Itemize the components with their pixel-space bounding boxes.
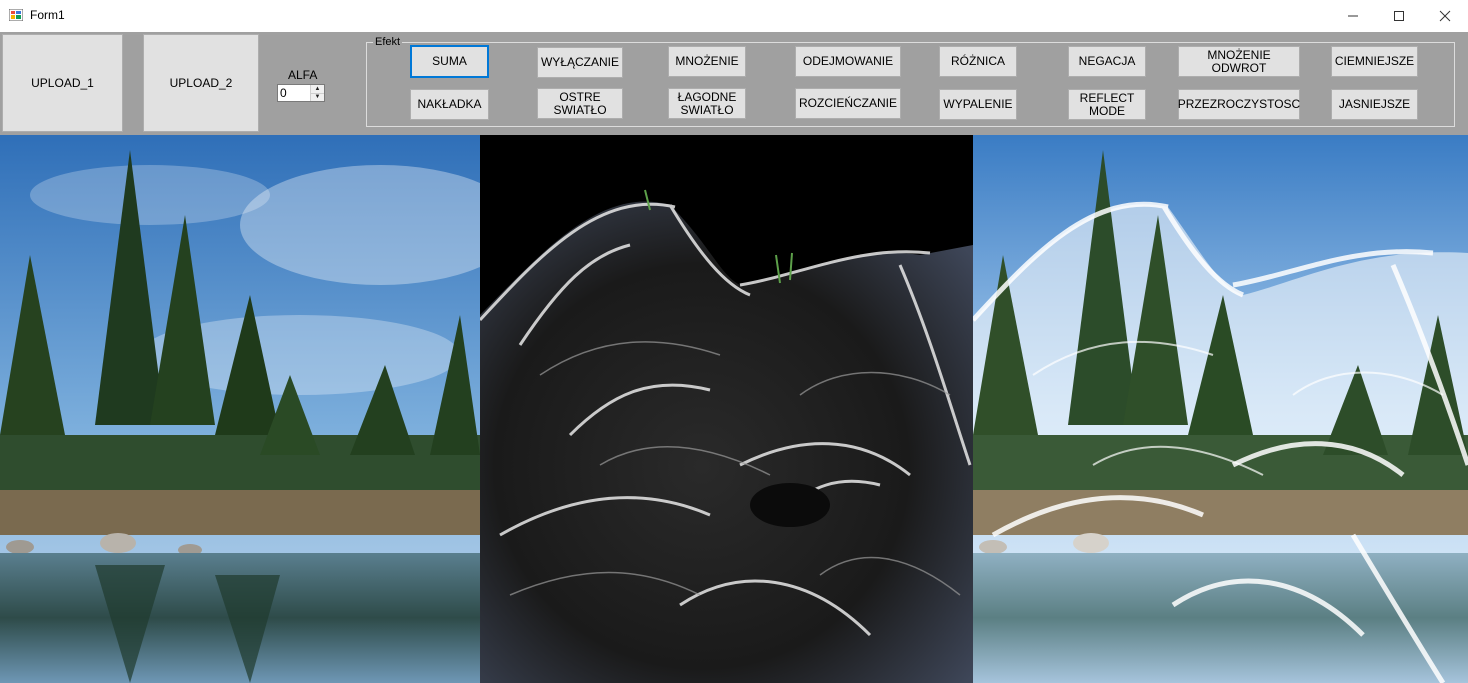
effect-przezroczystosc-button[interactable]: PRZEZROCZYSTOSC: [1178, 89, 1300, 120]
effect-suma-button[interactable]: SUMA: [410, 45, 489, 78]
effect-mnozenie-odwrot-button[interactable]: MNOŻENIE ODWROT: [1178, 46, 1300, 77]
effect-nakladka-button[interactable]: NAKŁADKA: [410, 89, 489, 120]
maximize-icon: [1394, 11, 1404, 21]
minimize-button[interactable]: [1330, 0, 1376, 32]
effect-negacja-button[interactable]: NEGACJA: [1068, 46, 1146, 77]
source-image-2: [480, 135, 973, 683]
effect-roznica-button[interactable]: RÓŻNICA: [939, 46, 1017, 77]
effect-mnozenie-button[interactable]: MNOŻENIE: [668, 46, 746, 77]
minimize-icon: [1348, 15, 1358, 17]
maximize-button[interactable]: [1376, 0, 1422, 32]
close-icon: [1439, 10, 1451, 22]
source-image-1: [0, 135, 480, 683]
title-bar: Form1: [0, 0, 1468, 32]
alfa-label: ALFA: [288, 68, 318, 82]
upload-1-button[interactable]: UPLOAD_1: [2, 34, 123, 132]
effect-lagodne-swiatlo-button[interactable]: ŁAGODNE SWIATŁO: [668, 88, 746, 119]
close-button[interactable]: [1422, 0, 1468, 32]
forest-lake-picture: [0, 135, 480, 683]
alfa-spinner[interactable]: 0 ▲ ▼: [277, 84, 325, 102]
effect-wypalenie-button[interactable]: WYPALENIE: [939, 89, 1017, 120]
effect-ostre-swiatlo-button[interactable]: OSTRE SWIATŁO: [537, 88, 623, 119]
upload-2-button[interactable]: UPLOAD_2: [143, 34, 259, 132]
effect-odejmowanie-button[interactable]: ODEJMOWANIE: [795, 46, 901, 77]
blended-result-picture: [973, 135, 1468, 683]
effect-reflect-mode-button[interactable]: REFLECT MODE: [1068, 89, 1146, 120]
effects-legend: Efekt: [373, 36, 403, 48]
fractal-wolf-picture: [480, 135, 973, 683]
spinner-buttons: ▲ ▼: [310, 85, 324, 101]
effect-wylaczanie-button[interactable]: WYŁĄCZANIE: [537, 47, 623, 78]
effect-ciemniejsze-button[interactable]: CIEMNIEJSZE: [1331, 46, 1418, 77]
effect-rozcienczanie-button[interactable]: ROZCIEŃCZANIE: [795, 88, 901, 119]
alfa-value[interactable]: 0: [280, 86, 287, 100]
effect-jasniejsze-button[interactable]: JASNIEJSZE: [1331, 89, 1418, 120]
spin-down-icon[interactable]: ▼: [311, 93, 324, 101]
window-title: Form1: [30, 8, 65, 22]
result-image: [973, 135, 1468, 683]
form-icon: [9, 9, 23, 21]
